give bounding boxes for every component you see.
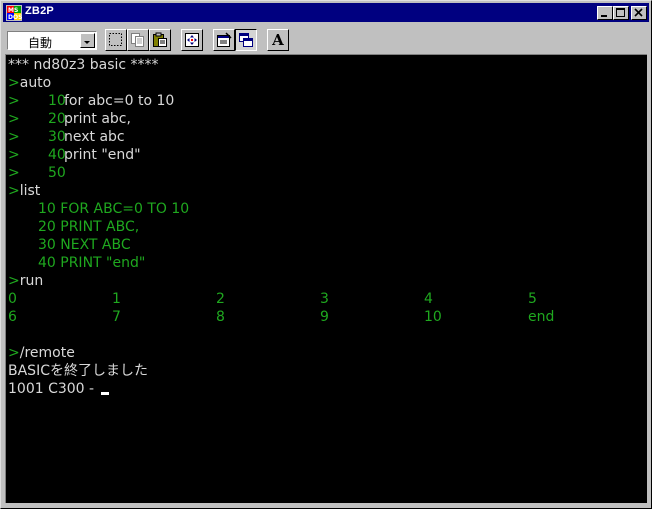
output-cell: 1: [112, 291, 121, 307]
auto-line: >10 for abc=0 to 10: [8, 92, 174, 110]
chevron-down-icon[interactable]: [80, 33, 95, 48]
minimize-button[interactable]: [597, 6, 613, 20]
output-cell: 0: [8, 291, 17, 307]
command-text: auto: [19, 75, 52, 91]
background-icon: [239, 33, 253, 47]
command-text: run: [19, 273, 44, 289]
maximize-button[interactable]: [613, 6, 629, 20]
terminal-window: MS DOS ZB2P 自動 A *** nd80z3 basic **** >…: [0, 0, 652, 509]
code-text: next abc: [64, 129, 125, 145]
output-cell: 2: [216, 291, 225, 307]
output-cell: 5: [528, 291, 537, 307]
prompt: >: [8, 165, 20, 181]
properties-icon: [217, 32, 232, 47]
prompt: >: [8, 183, 20, 199]
exit-message: BASICを終了しました: [8, 363, 148, 379]
mark-icon: [109, 33, 122, 46]
prompt: >: [8, 93, 20, 109]
listing-line: 20 PRINT ABC,: [38, 219, 140, 235]
output-cell: 3: [320, 291, 329, 307]
monitor-prompt: 1001 C300 -: [8, 381, 99, 397]
auto-line: >30 next abc: [8, 128, 125, 146]
close-button[interactable]: [631, 6, 647, 20]
output-cell: 7: [112, 309, 121, 325]
prompt: >: [8, 345, 20, 361]
font-size-select[interactable]: 自動: [7, 31, 97, 50]
output-cell: end: [528, 309, 555, 325]
output-cell: 6: [8, 309, 17, 325]
banner-line: *** nd80z3 basic ****: [8, 57, 159, 73]
remote-command-line: >/remote: [8, 344, 75, 362]
toolbar: 自動 A: [3, 25, 649, 53]
command-text: list: [19, 183, 41, 199]
prompt: >: [8, 111, 20, 127]
prompt: >: [8, 75, 20, 91]
font-icon: A: [272, 31, 284, 49]
listing-line: 40 PRINT "end": [38, 255, 146, 271]
auto-line: >20 print abc,: [8, 110, 131, 128]
prompt: >: [8, 129, 20, 145]
copy-button[interactable]: [127, 29, 149, 51]
listing-line: 10 FOR ABC=0 TO 10: [38, 201, 190, 217]
code-text: print "end": [64, 147, 141, 163]
background-button[interactable]: [235, 29, 257, 51]
output-cell: 10: [424, 309, 442, 325]
paste-button[interactable]: [149, 29, 171, 51]
title-bar[interactable]: MS DOS ZB2P: [3, 3, 649, 22]
run-command-line: >run: [8, 272, 43, 290]
font-size-value: 自動: [28, 36, 53, 50]
font-button[interactable]: A: [267, 29, 289, 51]
line-number: 50: [48, 165, 66, 181]
listing-line: 30 NEXT ABC: [38, 237, 131, 253]
auto-line: >40 print "end": [8, 146, 141, 164]
mark-button[interactable]: [105, 29, 127, 51]
svg-text:MS: MS: [8, 7, 18, 14]
ms-dos-icon[interactable]: MS DOS: [6, 5, 22, 21]
code-text: for abc=0 to 10: [64, 93, 175, 109]
fullscreen-icon: [185, 33, 199, 47]
output-cell: 9: [320, 309, 329, 325]
command-text: /remote: [19, 345, 75, 361]
prompt: >: [8, 147, 20, 163]
auto-line: >50: [8, 164, 66, 182]
paste-icon: [153, 32, 167, 47]
svg-text:DOS: DOS: [8, 14, 22, 21]
output-cell: 8: [216, 309, 225, 325]
prompt: >: [8, 273, 20, 289]
text-cursor: [100, 392, 109, 395]
code-text: print abc,: [64, 111, 131, 127]
list-command-line: >list: [8, 182, 40, 200]
window-title: ZB2P: [25, 5, 54, 17]
fullscreen-button[interactable]: [181, 29, 203, 51]
monitor-prompt-line: 1001 C300 -: [8, 380, 109, 398]
copy-icon: [131, 33, 144, 47]
output-cell: 4: [424, 291, 433, 307]
properties-button[interactable]: [213, 29, 235, 51]
console-output[interactable]: *** nd80z3 basic **** >auto >10 for abc=0…: [5, 54, 647, 503]
auto-command-line: >auto: [8, 74, 51, 92]
